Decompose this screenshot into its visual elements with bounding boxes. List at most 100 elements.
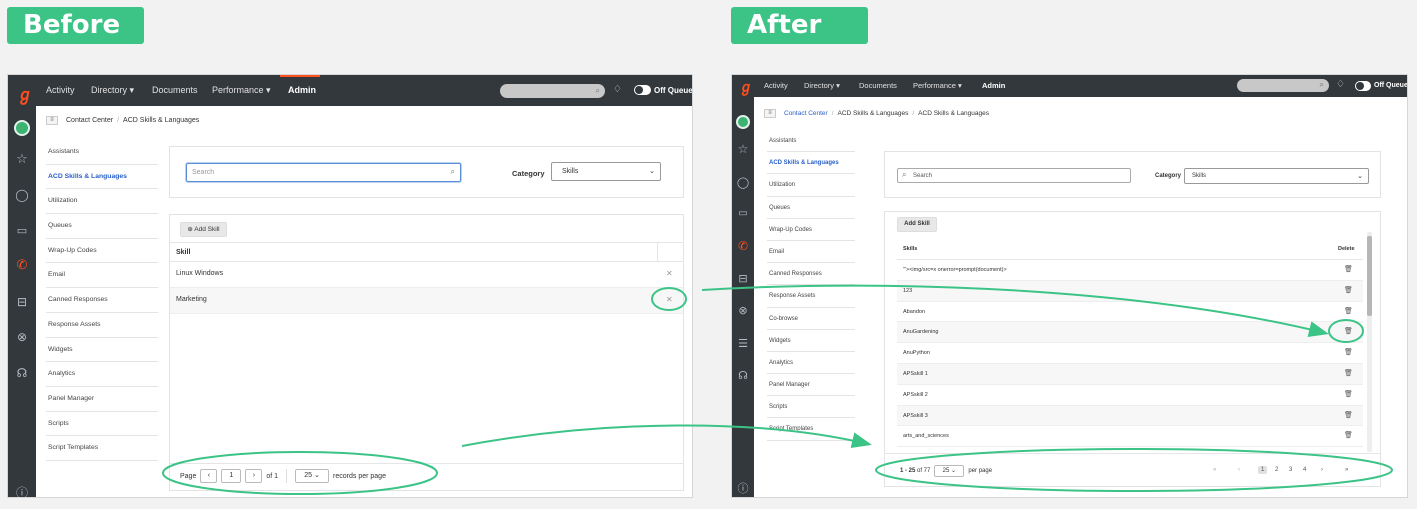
menu-item[interactable]: Widgets	[767, 330, 855, 352]
table-row[interactable]: Abandon 🗑	[897, 302, 1363, 323]
table-row[interactable]: APSskill 1 🗑	[897, 364, 1363, 385]
global-search-input[interactable]: ⌕	[1237, 79, 1329, 92]
trash-icon[interactable]: 🗑	[1344, 390, 1353, 398]
menu-item[interactable]: ACD Skills & Languages	[46, 165, 158, 190]
menu-item[interactable]: Widgets	[46, 338, 158, 363]
category-select[interactable]: Skills ⌄	[1184, 168, 1369, 184]
menu-item[interactable]: Queues	[46, 214, 158, 239]
add-skill-button[interactable]: Add Skill	[897, 217, 937, 232]
breadcrumb-middle[interactable]: ACD Skills & Languages	[838, 110, 909, 117]
category-select[interactable]: Skills ⌄	[551, 162, 661, 181]
page-4-button[interactable]: 4	[1303, 467, 1306, 473]
global-search-input[interactable]: ⌕	[500, 84, 605, 98]
next-page-button[interactable]: ›	[1321, 467, 1323, 473]
queue-toggle[interactable]	[634, 85, 651, 95]
menu-item[interactable]: Canned Responses	[46, 288, 158, 313]
page-2-button[interactable]: 2	[1275, 467, 1278, 473]
star-icon[interactable]: ☆	[734, 142, 752, 156]
phone-icon[interactable]: ✆	[13, 258, 31, 273]
support-icon[interactable]: ⊗	[734, 304, 752, 317]
menu-toggle-icon[interactable]: ≡	[764, 109, 776, 118]
nav-documents[interactable]: Documents	[859, 81, 897, 90]
menu-item[interactable]: Canned Responses	[767, 263, 855, 286]
menu-item[interactable]: Email	[767, 241, 855, 264]
menu-item[interactable]: Queues	[767, 197, 855, 219]
menu-item[interactable]: Panel Manager	[46, 387, 158, 412]
search-input[interactable]: ⌕ Search	[897, 168, 1131, 183]
menu-item[interactable]: Analytics	[46, 362, 158, 387]
page-1-button[interactable]: 1	[1258, 466, 1268, 474]
menu-item[interactable]: ACD Skills & Languages	[767, 152, 855, 175]
trash-icon[interactable]: 🗑	[1344, 348, 1353, 356]
help-icon[interactable]: ⓘ	[13, 484, 31, 497]
page-number-input[interactable]: 1	[221, 469, 242, 483]
trash-icon[interactable]: 🗑	[1344, 327, 1353, 335]
menu-item[interactable]: Co-browse	[767, 308, 855, 330]
menu-toggle-icon[interactable]: ≡	[46, 116, 58, 125]
avatar[interactable]	[736, 115, 750, 129]
nav-directory[interactable]: Directory ▾	[91, 85, 134, 96]
trash-icon[interactable]: 🗑	[1344, 431, 1353, 439]
menu-item[interactable]: Scripts	[46, 412, 158, 437]
trash-icon[interactable]: 🗑	[1344, 286, 1353, 294]
chat-icon[interactable]: ◯	[734, 176, 752, 189]
nav-directory[interactable]: Directory ▾	[804, 81, 840, 90]
nav-activity[interactable]: Activity	[46, 85, 75, 95]
prev-page-button[interactable]: ‹	[1238, 467, 1240, 473]
table-row[interactable]: APSskill 2 🗑	[897, 385, 1363, 406]
nav-activity[interactable]: Activity	[764, 81, 788, 90]
table-row[interactable]: Linux Windows ✕	[170, 262, 683, 288]
inbox-icon[interactable]: ⊟	[13, 295, 31, 309]
close-icon[interactable]: ✕	[666, 269, 673, 278]
table-row[interactable]: AnuGardening 🗑	[897, 322, 1363, 344]
bell-icon[interactable]: ♢	[1336, 79, 1345, 90]
video-icon[interactable]: ▭	[734, 208, 752, 219]
menu-item[interactable]: Analytics	[767, 352, 855, 375]
trash-icon[interactable]: 🗑	[1344, 411, 1353, 419]
menu-item[interactable]: Utilization	[767, 174, 855, 197]
trash-icon[interactable]: 🗑	[1344, 307, 1353, 315]
list-icon[interactable]: ☰	[734, 337, 752, 350]
table-row[interactable]: AnuPython 🗑	[897, 343, 1363, 364]
breadcrumb-root[interactable]: Contact Center	[784, 110, 828, 117]
trash-icon[interactable]: 🗑	[1344, 369, 1353, 377]
trash-icon[interactable]: 🗑	[1344, 265, 1353, 273]
queue-toggle[interactable]	[1355, 81, 1371, 91]
menu-item[interactable]: Assistants	[767, 130, 855, 153]
table-row[interactable]: APSskill 3 🗑	[897, 405, 1363, 427]
first-page-button[interactable]: «	[1213, 467, 1216, 473]
last-page-button[interactable]: »	[1345, 467, 1348, 473]
menu-item[interactable]: Email	[46, 263, 158, 289]
nav-admin[interactable]: Admin	[982, 81, 1005, 90]
video-icon[interactable]: ▭	[13, 224, 31, 237]
inbox-icon[interactable]: ⊟	[734, 272, 752, 285]
next-page-button[interactable]: ›	[245, 469, 263, 483]
menu-item[interactable]: Wrap-Up Codes	[46, 239, 158, 264]
people-icon[interactable]: ☊	[13, 366, 31, 380]
star-icon[interactable]: ☆	[13, 152, 31, 167]
menu-item[interactable]: Script Templates	[767, 418, 855, 441]
menu-item[interactable]: Assistants	[46, 140, 158, 165]
bell-icon[interactable]: ♢	[613, 84, 622, 95]
scrollbar[interactable]	[1367, 232, 1372, 452]
menu-item[interactable]: Utilization	[46, 189, 158, 215]
support-icon[interactable]: ⊗	[13, 330, 31, 344]
add-skill-button[interactable]: ⊕ Add Skill	[180, 222, 227, 237]
menu-item[interactable]: Wrap-Up Codes	[767, 219, 855, 241]
per-page-select[interactable]: 25 ⌄	[934, 465, 965, 477]
page-3-button[interactable]: 3	[1289, 467, 1292, 473]
table-row[interactable]: arts_and_sciences 🗑	[897, 426, 1363, 448]
per-page-select[interactable]: 25 ⌄	[295, 469, 330, 483]
people-icon[interactable]: ☊	[734, 369, 752, 382]
menu-item[interactable]: Script Templates	[46, 436, 158, 461]
avatar[interactable]	[14, 120, 30, 136]
menu-item[interactable]: Response Assets	[767, 285, 855, 308]
close-icon[interactable]: ✕	[666, 295, 673, 304]
scrollbar-thumb[interactable]	[1367, 236, 1372, 316]
table-row[interactable]: "'><img/src=x onerror=prompt(document)> 🗑	[897, 260, 1363, 281]
menu-item[interactable]: Scripts	[767, 396, 855, 419]
nav-performance[interactable]: Performance ▾	[212, 85, 271, 96]
menu-item[interactable]: Response Assets	[46, 313, 158, 338]
table-row[interactable]: 123 🗑	[897, 280, 1363, 302]
help-icon[interactable]: ⓘ	[734, 480, 752, 496]
